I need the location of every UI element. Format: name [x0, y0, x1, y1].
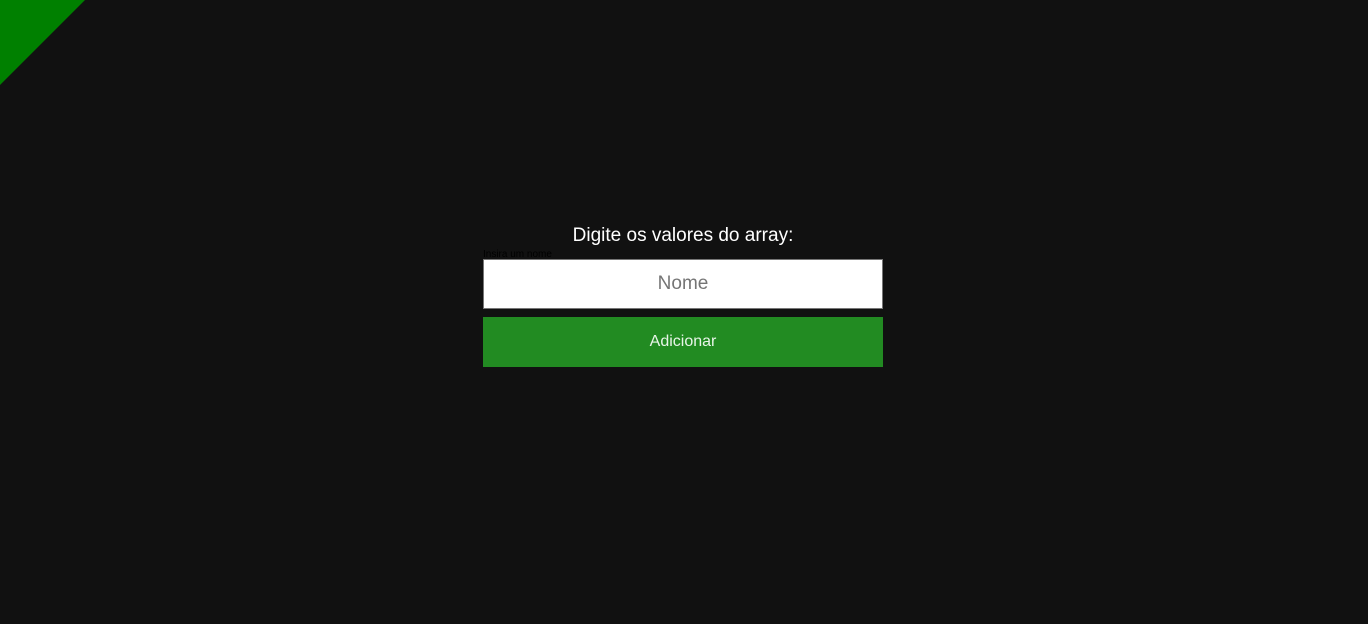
- form-title: Digite os valores do array:: [572, 225, 794, 246]
- corner-decoration: [0, 0, 85, 85]
- add-button[interactable]: Adicionar: [483, 317, 883, 367]
- name-input[interactable]: [483, 259, 883, 309]
- input-hint: Insira um nome: [483, 249, 552, 260]
- array-form: Digite os valores do array: Insira um no…: [483, 224, 883, 367]
